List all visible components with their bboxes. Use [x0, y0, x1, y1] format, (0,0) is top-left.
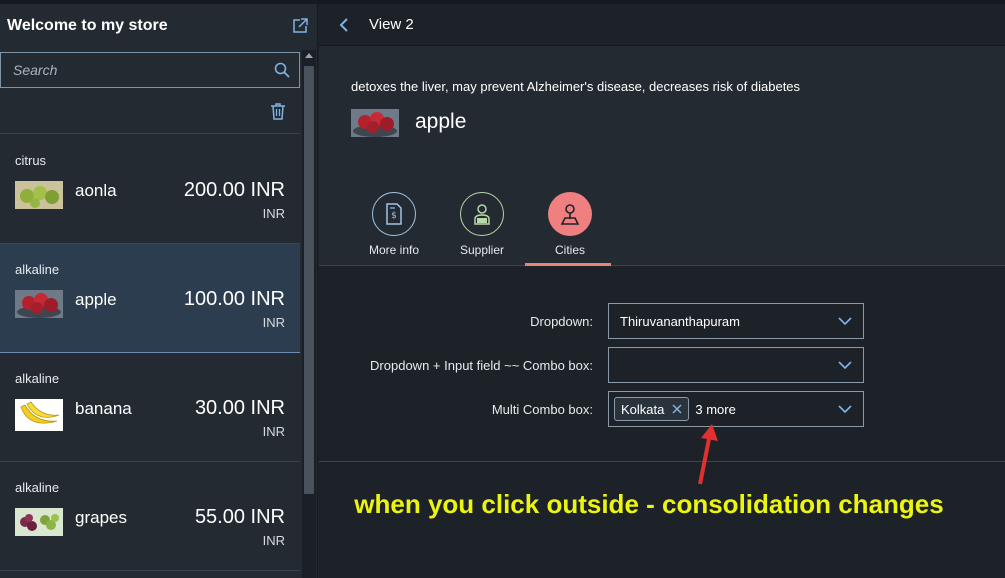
object-header: detoxes the liver, may prevent Alzheimer…: [319, 46, 1005, 178]
document-money-icon: $: [372, 192, 416, 236]
item-name: grapes: [75, 508, 127, 527]
dropdown-select[interactable]: Thiruvananthapuram: [608, 303, 864, 339]
search-input[interactable]: Search: [1, 62, 265, 78]
item-name: banana: [75, 399, 132, 418]
list-item[interactable]: citrus aonla 200.00 INR INR: [0, 135, 300, 244]
dropdown-label: Dropdown:: [530, 314, 593, 329]
tab-cities[interactable]: Cities: [525, 190, 613, 266]
item-category: alkaline: [15, 371, 60, 386]
location-icon: [548, 192, 592, 236]
grapes-image: [15, 508, 63, 536]
item-unit: INR: [262, 315, 285, 330]
cities-form: Dropdown: Thiruvananthapuram Dropdown + …: [319, 266, 1005, 462]
multi-combo-box[interactable]: Kolkata 3 more: [608, 391, 864, 427]
item-category: alkaline: [15, 480, 60, 495]
share-icon[interactable]: [290, 16, 310, 36]
icon-tab-bar: $ More info Supplier Cities: [319, 178, 1005, 266]
item-price: 100.00 INR: [183, 288, 285, 310]
banana-image: [15, 399, 63, 431]
object-description: detoxes the liver, may prevent Alzheimer…: [351, 79, 801, 94]
form-row-combo: Dropdown + Input field ~~ Combo box:: [319, 347, 1005, 383]
list-item[interactable]: alkaline apple 100.00 INR INR: [0, 244, 300, 353]
tab-more-info[interactable]: $ More info: [351, 190, 437, 266]
page-title: View 2: [369, 16, 414, 33]
tab-label: Cities: [554, 243, 585, 257]
list-item[interactable]: alkaline grapes 55.00 INR INR: [0, 462, 300, 571]
combo-label: Dropdown + Input field ~~ Combo box:: [370, 358, 593, 373]
apple-image: [15, 290, 63, 318]
annotation-text: when you click outside - consolidation c…: [354, 489, 944, 519]
item-category: alkaline: [15, 262, 60, 277]
item-unit: INR: [262, 424, 285, 439]
chevron-down-icon[interactable]: [827, 304, 863, 338]
apple-image: [351, 109, 399, 137]
item-category: citrus: [15, 153, 47, 168]
combo-box[interactable]: [608, 347, 864, 383]
master-panel: Welcome to my store Search citrus aonla …: [0, 4, 318, 578]
more-tokens-link[interactable]: 3 more: [695, 402, 827, 417]
supplier-icon: [460, 192, 504, 236]
annotation-arrow-icon: [698, 424, 718, 485]
detail-panel: View 2 detoxes the liver, may prevent Al…: [319, 4, 1005, 578]
dropdown-value: Thiruvananthapuram: [620, 313, 740, 329]
search-field[interactable]: Search: [0, 52, 300, 88]
tab-label: Supplier: [459, 243, 505, 257]
master-title: Welcome to my store: [7, 17, 168, 34]
token[interactable]: Kolkata: [614, 397, 690, 421]
token-text: Kolkata: [621, 401, 665, 417]
detail-header: View 2: [319, 4, 1005, 46]
svg-text:$: $: [391, 211, 397, 221]
item-name: aonla: [75, 181, 117, 200]
product-list: citrus aonla 200.00 INR INR alkaline app…: [0, 135, 300, 571]
form-row-dropdown: Dropdown: Thiruvananthapuram: [319, 303, 1005, 339]
tab-supplier[interactable]: Supplier: [439, 190, 525, 266]
aonla-image: [15, 181, 63, 209]
chevron-down-icon[interactable]: [827, 392, 863, 426]
list-scrollbar[interactable]: [302, 50, 316, 578]
scroll-thumb[interactable]: [304, 66, 314, 494]
item-price: 55.00 INR: [194, 506, 285, 528]
back-icon[interactable]: [339, 16, 353, 34]
tab-label: More info: [368, 243, 420, 257]
delete-icon[interactable]: [270, 102, 286, 125]
master-toolbar: [0, 94, 300, 134]
list-item[interactable]: alkaline banana 30.00 INR INR: [0, 353, 300, 462]
multi-combo-label: Multi Combo box:: [491, 402, 593, 417]
close-icon[interactable]: [672, 404, 682, 414]
form-row-multi-combo: Multi Combo box: Kolkata 3 more: [319, 391, 1005, 427]
item-price: 30.00 INR: [194, 397, 285, 419]
object-title: apple: [415, 110, 467, 133]
master-header: Welcome to my store: [0, 4, 317, 48]
item-price: 200.00 INR: [183, 179, 285, 201]
item-unit: INR: [262, 533, 285, 548]
item-unit: INR: [262, 206, 285, 221]
chevron-down-icon[interactable]: [827, 348, 863, 382]
scroll-up-arrow-icon[interactable]: [305, 53, 313, 58]
item-name: apple: [75, 290, 117, 309]
search-icon[interactable]: [265, 53, 299, 87]
